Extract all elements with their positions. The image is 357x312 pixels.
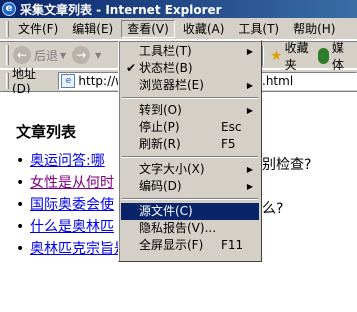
menu-item-shortcut: Esc [221, 120, 242, 134]
submenu-arrow-icon: ▶ [246, 165, 253, 174]
checkmark-icon: ✔ [126, 61, 137, 75]
menu-separator [121, 94, 259, 102]
menu-item-label: 编码(D) [139, 179, 182, 193]
menu-item-label: 文字大小(X) [139, 162, 205, 176]
menu-view[interactable]: 查看(V) [121, 19, 175, 38]
menu-item-toolbars[interactable]: 工具栏(T) ▶ [121, 43, 259, 60]
menu-file[interactable]: 文件(F) [12, 20, 64, 38]
article-link-tail[interactable]: 么? [262, 198, 283, 218]
star-icon: ★ [270, 48, 283, 64]
media-button[interactable]: 媒体 [317, 41, 349, 72]
address-label: 地址(D) [12, 67, 37, 96]
bullet: • [16, 197, 25, 213]
menu-separator [121, 195, 259, 203]
back-button[interactable]: ← 后退 ▼ [13, 44, 66, 66]
favorites-button[interactable]: ★ 收藏夹 [270, 41, 310, 72]
favorites-label: 收藏夹 [284, 41, 309, 72]
submenu-arrow-icon: ▶ [246, 47, 253, 56]
article-link[interactable]: 什么是奥林匹 [30, 217, 114, 239]
menu-help[interactable]: 帮助(H) [287, 20, 341, 38]
menu-item-status-bar[interactable]: ✔ 状态栏(B) [121, 60, 259, 77]
media-icon [317, 48, 329, 64]
toolbar-separator [262, 46, 264, 66]
menu-item-shortcut: F5 [221, 137, 236, 151]
menu-item-full-screen[interactable]: 全屏显示(F) F11 [121, 237, 259, 254]
menu-item-encoding[interactable]: 编码(D) ▶ [121, 178, 259, 195]
article-link-tail[interactable]: 别检查? [262, 154, 311, 174]
menu-item-text-size[interactable]: 文字大小(X) ▶ [121, 161, 259, 178]
menu-item-label: 隐私报告(V)... [139, 221, 217, 235]
menu-item-label: 浏览器栏(E) [139, 78, 204, 92]
menu-favorites[interactable]: 收藏(A) [177, 20, 231, 38]
page-icon: e [61, 73, 76, 88]
internet-explorer-icon: e [2, 2, 16, 16]
menubar-grip[interactable] [6, 20, 9, 37]
menu-item-source[interactable]: 源文件(C) [121, 203, 259, 220]
toolbar-grip[interactable] [6, 45, 9, 65]
menu-separator [121, 153, 259, 161]
submenu-arrow-icon: ▶ [246, 106, 253, 115]
submenu-arrow-icon: ▶ [246, 81, 253, 90]
menu-item-label: 停止(P) [139, 120, 180, 134]
menu-edit[interactable]: 编辑(E) [66, 20, 119, 38]
menu-item-explorer-bar[interactable]: 浏览器栏(E) ▶ [121, 77, 259, 94]
menu-tools[interactable]: 工具(T) [232, 20, 285, 38]
window-title: 采集文章列表 - Internet Explorer [20, 2, 222, 17]
article-link[interactable]: 女性是从何时 [30, 173, 114, 195]
article-link[interactable]: 国际奥委会使 [30, 195, 114, 217]
menu-bar: 文件(F) 编辑(E) 查看(V) 收藏(A) 工具(T) 帮助(H) [0, 18, 357, 40]
article-link[interactable]: 奥运问答:哪 [30, 151, 105, 173]
forward-button[interactable]: → ▼ [72, 44, 101, 66]
back-dropdown-icon[interactable]: ▼ [60, 51, 66, 60]
menu-item-label: 全屏显示(F) [139, 238, 204, 252]
bullet: • [16, 241, 25, 257]
menu-item-privacy-report[interactable]: 隐私报告(V)... [121, 220, 259, 237]
menu-item-label: 转到(O) [139, 103, 182, 117]
menu-item-stop[interactable]: 停止(P) Esc [121, 119, 259, 136]
menu-item-label: 工具栏(T) [139, 44, 192, 58]
address-grip[interactable] [6, 72, 9, 89]
back-arrow-icon: ← [13, 46, 31, 64]
bullet: • [16, 153, 25, 169]
back-label: 后退 [34, 48, 59, 63]
menu-item-label: 源文件(C) [139, 204, 193, 218]
bullet: • [16, 175, 25, 191]
forward-arrow-icon: → [72, 46, 91, 64]
menu-item-go-to[interactable]: 转到(O) ▶ [121, 102, 259, 119]
menu-item-label: 状态栏(B) [139, 61, 193, 75]
menu-item-refresh[interactable]: 刷新(R) F5 [121, 136, 259, 153]
submenu-arrow-icon: ▶ [246, 182, 253, 191]
menu-item-shortcut: F11 [221, 238, 244, 252]
page-heading: 文章列表 [16, 123, 77, 141]
media-label: 媒体 [331, 41, 344, 72]
forward-dropdown-icon[interactable]: ▼ [95, 51, 101, 60]
menu-item-label: 刷新(R) [139, 137, 181, 151]
title-bar: e 采集文章列表 - Internet Explorer [0, 0, 357, 18]
bullet: • [16, 219, 25, 235]
view-menu-dropdown: 工具栏(T) ▶ ✔ 状态栏(B) 浏览器栏(E) ▶ 转到(O) ▶ 停止(P… [118, 40, 262, 262]
